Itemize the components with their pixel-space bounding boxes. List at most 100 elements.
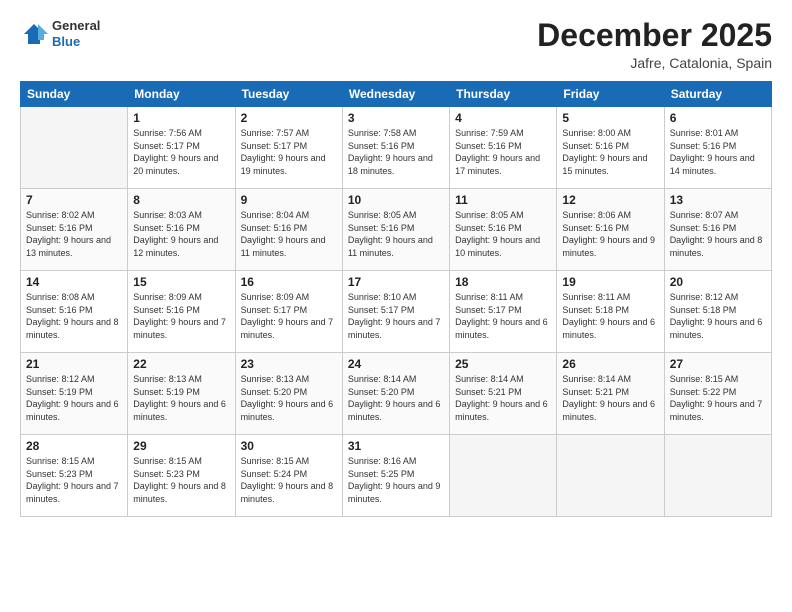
day-number: 8: [133, 193, 229, 207]
day-number: 10: [348, 193, 444, 207]
day-number: 6: [670, 111, 766, 125]
day-number: 24: [348, 357, 444, 371]
day-number: 2: [241, 111, 337, 125]
calendar-cell: 19Sunrise: 8:11 AMSunset: 5:18 PMDayligh…: [557, 271, 664, 353]
day-number: 18: [455, 275, 551, 289]
day-info: Sunrise: 8:06 AMSunset: 5:16 PMDaylight:…: [562, 209, 658, 259]
day-number: 16: [241, 275, 337, 289]
calendar-cell: 21 Sunrise: 8:12 AMSunset: 5:19 PMDayligh…: [21, 353, 128, 435]
calendar-cell: 22Sunrise: 8:13 AMSunset: 5:19 PMDayligh…: [128, 353, 235, 435]
day-number: 29: [133, 439, 229, 453]
day-info: Sunrise: 8:07 AMSunset: 5:16 PMDaylight:…: [670, 209, 766, 259]
day-info: Sunrise: 8:15 AMSunset: 5:23 PMDaylight:…: [26, 455, 122, 505]
calendar-cell: [664, 435, 771, 517]
day-info: Sunrise: 8:03 AMSunset: 5:16 PMDaylight:…: [133, 209, 229, 259]
day-info: Sunrise: 7:58 AMSunset: 5:16 PMDaylight:…: [348, 127, 444, 177]
day-number: 11: [455, 193, 551, 207]
day-info: Sunrise: 8:01 AMSunset: 5:16 PMDaylight:…: [670, 127, 766, 177]
calendar-cell: 11 Sunrise: 8:05 AMSunset: 5:16 PMDayligh…: [450, 189, 557, 271]
calendar-cell: 23 Sunrise: 8:13 AMSunset: 5:20 PMDayligh…: [235, 353, 342, 435]
day-number: 27: [670, 357, 766, 371]
calendar-cell: 14Sunrise: 8:08 AMSunset: 5:16 PMDayligh…: [21, 271, 128, 353]
calendar-cell: [450, 435, 557, 517]
day-number: 12: [562, 193, 658, 207]
calendar-cell: 24Sunrise: 8:14 AMSunset: 5:20 PMDayligh…: [342, 353, 449, 435]
header-tuesday: Tuesday: [235, 82, 342, 107]
day-info: Sunrise: 8:15 AMSunset: 5:23 PMDaylight:…: [133, 455, 229, 505]
day-info: Sunrise: 8:15 AMSunset: 5:24 PMDaylight:…: [241, 455, 337, 505]
calendar-cell: 20 Sunrise: 8:12 AMSunset: 5:18 PMDayligh…: [664, 271, 771, 353]
calendar-cell: 30 Sunrise: 8:15 AMSunset: 5:24 PMDayligh…: [235, 435, 342, 517]
weekday-header-row: Sunday Monday Tuesday Wednesday Thursday…: [21, 82, 772, 107]
header-wednesday: Wednesday: [342, 82, 449, 107]
calendar-cell: 17 Sunrise: 8:10 AMSunset: 5:17 PMDayligh…: [342, 271, 449, 353]
calendar-table: Sunday Monday Tuesday Wednesday Thursday…: [20, 81, 772, 517]
calendar-cell: 8 Sunrise: 8:03 AMSunset: 5:16 PMDaylight…: [128, 189, 235, 271]
page-header: General Blue December 2025 Jafre, Catalo…: [20, 18, 772, 71]
day-number: 7: [26, 193, 122, 207]
day-number: 30: [241, 439, 337, 453]
logo-general: General: [52, 18, 100, 34]
day-info: Sunrise: 8:05 AMSunset: 5:16 PMDaylight:…: [348, 209, 444, 259]
day-number: 17: [348, 275, 444, 289]
day-info: Sunrise: 8:09 AMSunset: 5:17 PMDaylight:…: [241, 291, 337, 341]
day-number: 25: [455, 357, 551, 371]
logo-text: General Blue: [52, 18, 100, 49]
day-number: 20: [670, 275, 766, 289]
day-number: 23: [241, 357, 337, 371]
calendar-week-3: 14Sunrise: 8:08 AMSunset: 5:16 PMDayligh…: [21, 271, 772, 353]
calendar-cell: [21, 107, 128, 189]
day-number: 13: [670, 193, 766, 207]
day-number: 4: [455, 111, 551, 125]
calendar-cell: 12 Sunrise: 8:06 AMSunset: 5:16 PMDayligh…: [557, 189, 664, 271]
calendar-cell: 13 Sunrise: 8:07 AMSunset: 5:16 PMDayligh…: [664, 189, 771, 271]
calendar-page: General Blue December 2025 Jafre, Catalo…: [0, 0, 792, 612]
day-number: 21: [26, 357, 122, 371]
logo-blue: Blue: [52, 34, 100, 50]
day-info: Sunrise: 8:00 AMSunset: 5:16 PMDaylight:…: [562, 127, 658, 177]
day-info: Sunrise: 8:10 AMSunset: 5:17 PMDaylight:…: [348, 291, 444, 341]
day-info: Sunrise: 8:14 AMSunset: 5:21 PMDaylight:…: [455, 373, 551, 423]
day-info: Sunrise: 8:16 AMSunset: 5:25 PMDaylight:…: [348, 455, 444, 505]
day-info: Sunrise: 8:08 AMSunset: 5:16 PMDaylight:…: [26, 291, 122, 341]
day-number: 26: [562, 357, 658, 371]
calendar-cell: 1Sunrise: 7:56 AMSunset: 5:17 PMDaylight…: [128, 107, 235, 189]
calendar-cell: 16 Sunrise: 8:09 AMSunset: 5:17 PMDayligh…: [235, 271, 342, 353]
calendar-cell: 3Sunrise: 7:58 AMSunset: 5:16 PMDaylight…: [342, 107, 449, 189]
calendar-cell: 9Sunrise: 8:04 AMSunset: 5:16 PMDaylight…: [235, 189, 342, 271]
calendar-cell: 7Sunrise: 8:02 AMSunset: 5:16 PMDaylight…: [21, 189, 128, 271]
day-info: Sunrise: 8:05 AMSunset: 5:16 PMDaylight:…: [455, 209, 551, 259]
calendar-week-5: 28 Sunrise: 8:15 AMSunset: 5:23 PMDayligh…: [21, 435, 772, 517]
calendar-week-4: 21 Sunrise: 8:12 AMSunset: 5:19 PMDayligh…: [21, 353, 772, 435]
calendar-cell: 26Sunrise: 8:14 AMSunset: 5:21 PMDayligh…: [557, 353, 664, 435]
title-block: December 2025 Jafre, Catalonia, Spain: [537, 18, 772, 71]
calendar-cell: 28 Sunrise: 8:15 AMSunset: 5:23 PMDayligh…: [21, 435, 128, 517]
day-info: Sunrise: 8:12 AMSunset: 5:19 PMDaylight:…: [26, 373, 122, 423]
day-number: 28: [26, 439, 122, 453]
calendar-cell: 6 Sunrise: 8:01 AMSunset: 5:16 PMDaylight…: [664, 107, 771, 189]
day-info: Sunrise: 8:15 AMSunset: 5:22 PMDaylight:…: [670, 373, 766, 423]
calendar-week-2: 7Sunrise: 8:02 AMSunset: 5:16 PMDaylight…: [21, 189, 772, 271]
location: Jafre, Catalonia, Spain: [537, 55, 772, 71]
day-info: Sunrise: 8:13 AMSunset: 5:20 PMDaylight:…: [241, 373, 337, 423]
day-info: Sunrise: 8:12 AMSunset: 5:18 PMDaylight:…: [670, 291, 766, 341]
header-thursday: Thursday: [450, 82, 557, 107]
header-saturday: Saturday: [664, 82, 771, 107]
calendar-cell: 29 Sunrise: 8:15 AMSunset: 5:23 PMDayligh…: [128, 435, 235, 517]
calendar-cell: 4 Sunrise: 7:59 AMSunset: 5:16 PMDaylight…: [450, 107, 557, 189]
logo-icon: [20, 20, 48, 48]
day-number: 9: [241, 193, 337, 207]
day-info: Sunrise: 7:59 AMSunset: 5:16 PMDaylight:…: [455, 127, 551, 177]
day-info: Sunrise: 7:57 AMSunset: 5:17 PMDaylight:…: [241, 127, 337, 177]
header-friday: Friday: [557, 82, 664, 107]
day-number: 1: [133, 111, 229, 125]
day-number: 31: [348, 439, 444, 453]
day-number: 19: [562, 275, 658, 289]
month-title: December 2025: [537, 18, 772, 53]
calendar-cell: [557, 435, 664, 517]
day-info: Sunrise: 8:11 AMSunset: 5:17 PMDaylight:…: [455, 291, 551, 341]
day-number: 15: [133, 275, 229, 289]
header-monday: Monday: [128, 82, 235, 107]
calendar-cell: 31 Sunrise: 8:16 AMSunset: 5:25 PMDayligh…: [342, 435, 449, 517]
calendar-cell: 18 Sunrise: 8:11 AMSunset: 5:17 PMDayligh…: [450, 271, 557, 353]
